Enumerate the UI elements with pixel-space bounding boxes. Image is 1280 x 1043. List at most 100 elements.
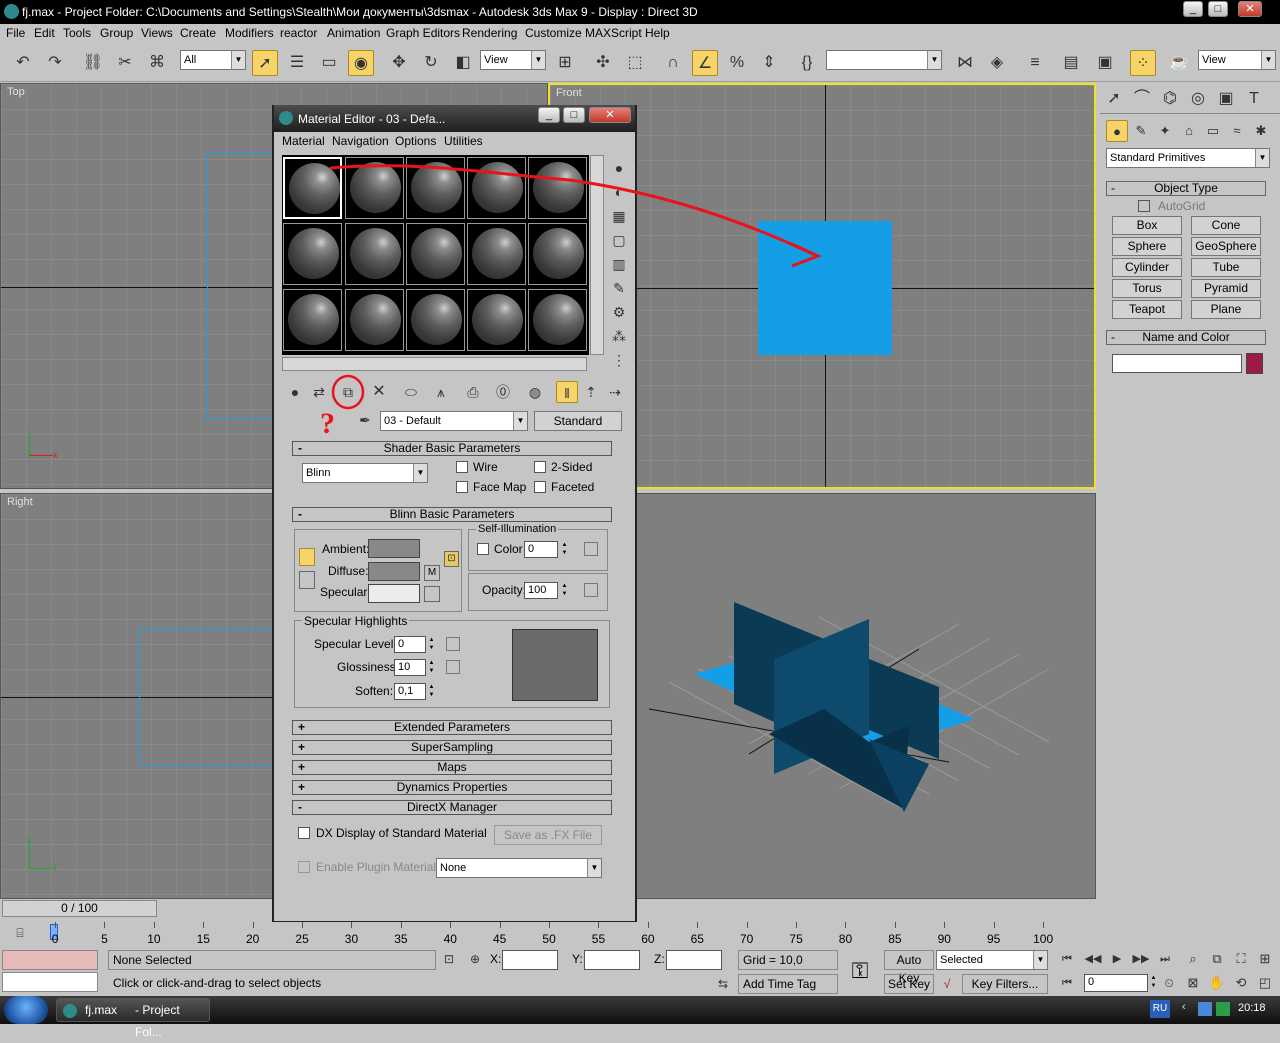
maximize-button[interactable]: □ bbox=[1208, 1, 1228, 17]
me-menu-options[interactable]: Options bbox=[395, 134, 436, 148]
plugin-material-dropdown[interactable]: None ▼ bbox=[436, 858, 602, 878]
time-configuration-icon[interactable]: ⏲ bbox=[1158, 972, 1180, 994]
dx-display-checkbox[interactable] bbox=[298, 827, 310, 839]
me-menu-utilities[interactable]: Utilities bbox=[444, 134, 483, 148]
cylinder-button[interactable]: Cylinder bbox=[1112, 258, 1182, 277]
sample-slot[interactable] bbox=[528, 157, 587, 219]
select-manipulate-icon[interactable]: ✣ bbox=[590, 50, 616, 76]
select-link-icon[interactable]: ⛓ bbox=[80, 50, 106, 76]
plane-button[interactable]: Plane bbox=[1191, 300, 1261, 319]
keyboard-shortcut-icon[interactable]: ⬚ bbox=[622, 50, 648, 76]
modify-tab-icon[interactable]: ⌒ bbox=[1130, 86, 1154, 110]
uv-tiling-icon[interactable]: ▢ bbox=[608, 229, 630, 251]
shapes-icon[interactable]: ✎ bbox=[1130, 120, 1152, 142]
pyramid-button[interactable]: Pyramid bbox=[1191, 279, 1261, 298]
rotate-icon[interactable]: ↻ bbox=[418, 50, 444, 76]
arc-rotate-icon[interactable]: ⟲ bbox=[1230, 972, 1252, 994]
glossiness-input[interactable]: 10 bbox=[394, 659, 426, 676]
self-illum-map-button[interactable] bbox=[584, 542, 598, 556]
sample-type-icon[interactable]: ● bbox=[608, 157, 630, 179]
reference-coordinate-dropdown[interactable]: View ▼ bbox=[480, 50, 546, 70]
diffuse-map-button[interactable]: M bbox=[424, 565, 440, 581]
language-indicator[interactable]: RU bbox=[1150, 1000, 1170, 1018]
spinner-icon[interactable]: ▲ ▼ bbox=[560, 582, 569, 599]
get-material-icon[interactable]: ● bbox=[284, 381, 306, 403]
maxscript-listener-mini[interactable] bbox=[2, 950, 98, 970]
edit-named-selection-icon[interactable]: {} bbox=[794, 50, 820, 76]
viewport-label[interactable]: Front bbox=[556, 87, 582, 99]
sample-slot[interactable] bbox=[406, 223, 465, 285]
minimize-button[interactable]: _ bbox=[538, 107, 560, 123]
sample-slot[interactable] bbox=[406, 289, 465, 351]
material-editor-icon[interactable]: ⁘ bbox=[1130, 50, 1156, 76]
torus-button[interactable]: Torus bbox=[1112, 279, 1182, 298]
rollout-shader-basic-parameters[interactable]: - Shader Basic Parameters bbox=[292, 441, 612, 456]
sample-slot[interactable] bbox=[283, 223, 342, 285]
menu-customize[interactable]: Customize bbox=[525, 26, 582, 40]
add-time-tag-button[interactable]: Add Time Tag bbox=[738, 974, 838, 994]
auto-key-button[interactable]: Auto Key bbox=[884, 950, 934, 985]
make-preview-icon[interactable]: ✎ bbox=[608, 277, 630, 299]
maximize-viewport-icon[interactable]: ◰ bbox=[1254, 972, 1276, 994]
specular-color-swatch[interactable] bbox=[368, 584, 420, 603]
sample-slot[interactable] bbox=[406, 157, 465, 219]
spinner-icon[interactable]: ▲ ▼ bbox=[560, 541, 569, 558]
tray-app-icon[interactable] bbox=[1216, 1002, 1230, 1016]
specular-map-button[interactable] bbox=[424, 586, 440, 602]
undo-icon[interactable]: ↶ bbox=[10, 50, 36, 76]
key-mode-toggle-icon[interactable]: ⏮ bbox=[1056, 972, 1078, 994]
time-tag-icon[interactable]: ⇆ bbox=[712, 974, 734, 994]
lock-selection-icon[interactable]: ⊡ bbox=[440, 950, 458, 968]
lights-icon[interactable]: ✦ bbox=[1154, 120, 1176, 142]
spinner-icon[interactable]: ▲ ▼ bbox=[427, 683, 436, 700]
glossiness-map-button[interactable] bbox=[446, 660, 460, 674]
sample-slot[interactable] bbox=[345, 289, 404, 351]
render-scene-icon[interactable]: ☕ bbox=[1166, 50, 1192, 76]
rect-selection-icon[interactable]: ▭ bbox=[316, 50, 342, 76]
rollout-name-color[interactable]: - Name and Color bbox=[1106, 330, 1266, 345]
object-color-swatch[interactable] bbox=[1246, 353, 1263, 374]
default-in-out-tangents-icon[interactable]: √ bbox=[936, 974, 958, 994]
save-fx-file-button[interactable]: Save as .FX File bbox=[494, 825, 602, 845]
self-illum-value-input[interactable]: 0 bbox=[524, 541, 558, 558]
systems-icon[interactable]: ✱ bbox=[1250, 120, 1272, 142]
cone-button[interactable]: Cone bbox=[1191, 216, 1261, 235]
soften-input[interactable]: 0,1 bbox=[394, 683, 426, 700]
make-unique-icon[interactable]: ⩚ bbox=[430, 381, 452, 403]
sample-slot[interactable] bbox=[345, 157, 404, 219]
taskbar-item-3dsmax[interactable]: fj.max - Project Fol... bbox=[56, 998, 210, 1039]
menu-graph-editors[interactable]: Graph Editors bbox=[386, 26, 460, 40]
set-key-button[interactable]: Set Key bbox=[884, 974, 934, 994]
mirror-icon[interactable]: ⋈ bbox=[952, 50, 978, 76]
put-to-library-icon[interactable]: ⎙ bbox=[462, 381, 484, 403]
material-name-dropdown[interactable]: 03 - Default ▼ bbox=[380, 411, 528, 431]
network-icon[interactable] bbox=[1198, 1002, 1212, 1016]
material-map-navigator-icon[interactable]: ⋮ bbox=[608, 349, 630, 371]
zoom-all-icon[interactable]: ⧉ bbox=[1206, 948, 1228, 970]
x-coordinate-input[interactable] bbox=[502, 950, 558, 970]
show-end-result-icon[interactable]: ‖ bbox=[556, 381, 578, 403]
named-selection-dropdown[interactable]: ▼ bbox=[826, 50, 942, 70]
options-icon[interactable]: ⚙ bbox=[608, 301, 630, 323]
two-sided-checkbox[interactable] bbox=[534, 461, 546, 473]
spinner-icon[interactable]: ▲ ▼ bbox=[1149, 974, 1158, 991]
key-filters-button[interactable]: Key Filters... bbox=[962, 974, 1048, 994]
redo-icon[interactable]: ↷ bbox=[42, 50, 68, 76]
utilities-tab-icon[interactable]: T bbox=[1242, 86, 1266, 110]
snap-toggle-icon[interactable]: ∩ bbox=[660, 50, 686, 76]
reset-map-icon[interactable]: ✕ bbox=[368, 381, 390, 403]
shader-type-dropdown[interactable]: Blinn ▼ bbox=[302, 463, 428, 483]
object-name-input[interactable] bbox=[1112, 354, 1242, 373]
viewport-label[interactable]: Top bbox=[7, 86, 25, 98]
maxscript-listener-input[interactable] bbox=[2, 972, 98, 992]
show-map-in-viewport-icon[interactable]: ◍ bbox=[524, 381, 546, 403]
me-menu-navigation[interactable]: Navigation bbox=[332, 134, 389, 148]
spacewarps-icon[interactable]: ≈ bbox=[1226, 120, 1248, 142]
go-forward-to-sibling-icon[interactable]: ⇢ bbox=[604, 381, 626, 403]
lock-icon[interactable]: ⊡ bbox=[444, 551, 459, 567]
autogrid-checkbox[interactable] bbox=[1138, 200, 1150, 212]
slots-vertical-scrollbar[interactable] bbox=[590, 155, 604, 355]
y-coordinate-input[interactable] bbox=[584, 950, 640, 970]
sample-slot[interactable] bbox=[528, 223, 587, 285]
menu-animation[interactable]: Animation bbox=[327, 26, 380, 40]
